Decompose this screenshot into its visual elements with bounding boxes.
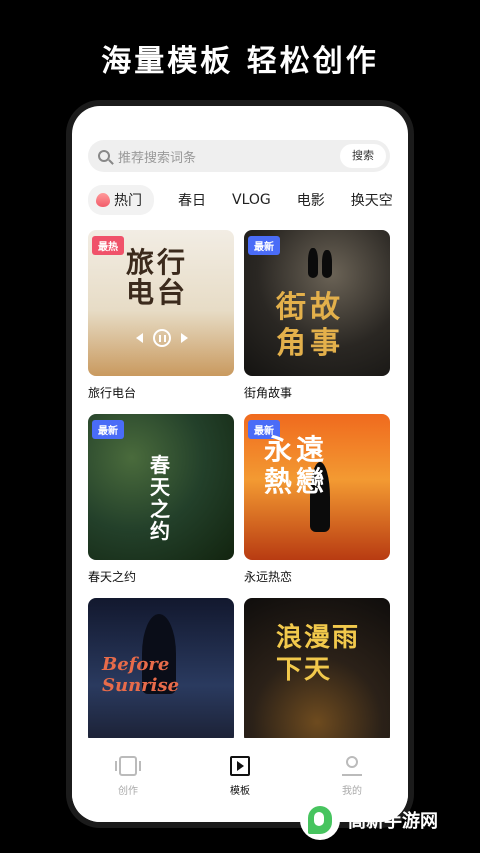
tab-vlog[interactable]: VLOG — [232, 192, 271, 208]
watermark: 高新手游网 — [300, 800, 438, 840]
search-bar[interactable]: 推荐搜索词条 搜索 — [88, 140, 390, 172]
nav-label: 创作 — [118, 786, 138, 797]
profile-icon — [342, 756, 362, 776]
phone-frame: 推荐搜索词条 搜索 热门 春日 VLOG 电影 换天空 最热 旅行 电台 旅行电… — [66, 100, 414, 828]
tab-movie[interactable]: 电影 — [297, 190, 325, 210]
new-badge: 最新 — [92, 420, 124, 439]
template-thumbnail[interactable]: 最新 永遠 熱戀 — [244, 414, 390, 560]
card-title: 春天之约 — [88, 570, 137, 584]
fire-icon — [96, 193, 110, 207]
template-thumbnail[interactable]: 最新 街故 角事 — [244, 230, 390, 376]
prev-icon[interactable] — [136, 333, 143, 343]
nav-label: 模板 — [230, 786, 250, 797]
new-badge: 最新 — [248, 236, 280, 255]
template-card-travel-radio[interactable]: 最热 旅行 电台 旅行电台 — [88, 230, 234, 401]
tab-hot[interactable]: 热门 — [88, 185, 154, 215]
person-silhouette — [322, 250, 332, 278]
template-card-spring-date[interactable]: 最新 春天之约 春天之约 — [88, 414, 234, 585]
next-icon[interactable] — [181, 333, 188, 343]
search-input[interactable]: 推荐搜索词条 — [118, 147, 196, 166]
headline: 海量模板 轻松创作 — [101, 44, 379, 79]
thumbnail-art-text: Before Sunrise — [102, 654, 180, 696]
template-card-rainy-romance[interactable]: 浪漫雨 下天 — [244, 598, 390, 744]
search-button[interactable]: 搜索 — [340, 144, 386, 168]
thumbnail-art-text: 春天之约 — [150, 453, 170, 543]
card-title: 永远热恋 — [244, 570, 293, 584]
template-card-before-sunrise[interactable]: Before Sunrise — [88, 598, 234, 744]
card-title: 旅行电台 — [88, 386, 137, 400]
thumbnail-art-text: 街故 角事 — [276, 290, 344, 361]
watermark-text: 高新手游网 — [348, 811, 438, 832]
nav-create[interactable]: 创作 — [88, 756, 168, 797]
template-card-forever-love[interactable]: 最新 永遠 熱戀 永远热恋 — [244, 414, 390, 585]
template-icon — [230, 756, 250, 776]
template-card-street-story[interactable]: 最新 街故 角事 街角故事 — [244, 230, 390, 401]
app-screen: 推荐搜索词条 搜索 热门 春日 VLOG 电影 换天空 最热 旅行 电台 旅行电… — [72, 106, 408, 822]
thumbnail-art-text: 永遠 熱戀 — [264, 433, 329, 498]
create-icon — [115, 756, 141, 776]
player-controls — [136, 328, 188, 348]
category-tabs: 热门 春日 VLOG 电影 换天空 — [88, 184, 408, 216]
thumbnail-art-text: 旅行 电台 — [126, 246, 189, 309]
nav-label: 我的 — [342, 786, 362, 797]
search-icon — [98, 150, 110, 162]
template-thumbnail[interactable]: 最热 旅行 电台 — [88, 230, 234, 376]
nav-templates[interactable]: 模板 — [200, 756, 280, 797]
pause-icon[interactable] — [153, 329, 171, 347]
tab-sky[interactable]: 换天空 — [351, 190, 393, 210]
template-thumbnail[interactable]: Before Sunrise — [88, 598, 234, 744]
nav-profile[interactable]: 我的 — [312, 756, 392, 797]
hot-badge: 最热 — [92, 236, 124, 255]
thumbnail-art-text: 浪漫雨 下天 — [276, 623, 361, 685]
site-logo-icon — [300, 800, 340, 840]
card-title: 街角故事 — [244, 386, 293, 400]
template-thumbnail[interactable]: 最新 春天之约 — [88, 414, 234, 560]
person-silhouette — [308, 248, 318, 278]
tab-label: 热门 — [114, 193, 142, 209]
template-thumbnail[interactable]: 浪漫雨 下天 — [244, 598, 390, 744]
tab-spring[interactable]: 春日 — [178, 190, 206, 210]
